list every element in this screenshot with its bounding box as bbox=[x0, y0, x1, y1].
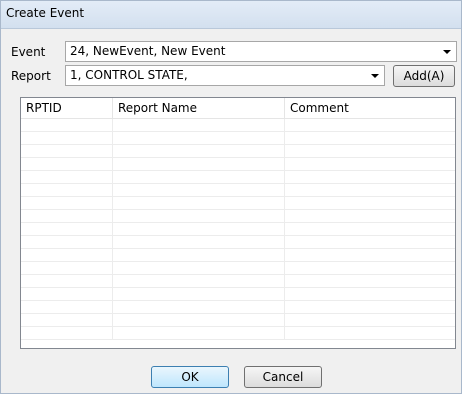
report-dropdown[interactable]: 1, CONTROL STATE, bbox=[65, 65, 385, 86]
table-cell bbox=[113, 249, 285, 261]
report-table[interactable]: RPTID Report Name Comment bbox=[20, 97, 456, 349]
table-cell bbox=[21, 236, 113, 248]
cancel-button[interactable]: Cancel bbox=[244, 366, 322, 388]
table-cell bbox=[21, 288, 113, 300]
table-row[interactable] bbox=[21, 158, 455, 171]
table-cell bbox=[21, 145, 113, 157]
table-cell bbox=[113, 288, 285, 300]
table-cell bbox=[113, 236, 285, 248]
table-cell bbox=[113, 197, 285, 209]
table-cell bbox=[113, 145, 285, 157]
table-cell bbox=[113, 171, 285, 183]
column-header-rptid[interactable]: RPTID bbox=[21, 98, 113, 118]
event-dropdown[interactable]: 24, NewEvent, New Event bbox=[65, 41, 457, 62]
table-body bbox=[21, 119, 455, 348]
table-cell bbox=[285, 119, 455, 131]
table-cell bbox=[113, 301, 285, 313]
table-cell bbox=[21, 262, 113, 274]
table-cell bbox=[285, 171, 455, 183]
table-cell bbox=[113, 275, 285, 287]
title-bar[interactable]: Create Event bbox=[1, 1, 461, 29]
table-cell bbox=[285, 327, 455, 339]
table-row[interactable] bbox=[21, 132, 455, 145]
report-dropdown-value: 1, CONTROL STATE, bbox=[70, 68, 188, 82]
table-cell bbox=[21, 327, 113, 339]
table-row[interactable] bbox=[21, 223, 455, 236]
table-row[interactable] bbox=[21, 288, 455, 301]
column-header-report-name[interactable]: Report Name bbox=[113, 98, 285, 118]
table-cell bbox=[113, 132, 285, 144]
table-cell bbox=[21, 223, 113, 235]
table-cell bbox=[285, 145, 455, 157]
table-row[interactable] bbox=[21, 119, 455, 132]
ok-button[interactable]: OK bbox=[151, 366, 229, 388]
table-cell bbox=[113, 158, 285, 170]
table-cell bbox=[285, 236, 455, 248]
event-dropdown-value: 24, NewEvent, New Event bbox=[70, 44, 226, 58]
table-row[interactable] bbox=[21, 210, 455, 223]
table-cell bbox=[21, 197, 113, 209]
table-row[interactable] bbox=[21, 197, 455, 210]
report-label: Report bbox=[11, 69, 51, 83]
table-row[interactable] bbox=[21, 236, 455, 249]
table-cell bbox=[285, 275, 455, 287]
table-cell bbox=[285, 314, 455, 326]
table-cell bbox=[113, 210, 285, 222]
table-cell bbox=[113, 327, 285, 339]
table-row[interactable] bbox=[21, 249, 455, 262]
add-button[interactable]: Add(A) bbox=[393, 65, 455, 87]
table-cell bbox=[113, 119, 285, 131]
table-row[interactable] bbox=[21, 145, 455, 158]
table-cell bbox=[285, 184, 455, 196]
table-row[interactable] bbox=[21, 327, 455, 340]
table-cell bbox=[21, 210, 113, 222]
create-event-dialog: Create Event Event 24, NewEvent, New Eve… bbox=[0, 0, 462, 394]
table-cell bbox=[285, 158, 455, 170]
table-row[interactable] bbox=[21, 262, 455, 275]
table-cell bbox=[21, 132, 113, 144]
table-cell bbox=[21, 119, 113, 131]
table-cell bbox=[285, 301, 455, 313]
table-row[interactable] bbox=[21, 301, 455, 314]
dropdown-arrow-icon bbox=[443, 50, 451, 54]
table-row[interactable] bbox=[21, 171, 455, 184]
table-cell bbox=[285, 223, 455, 235]
table-cell bbox=[21, 301, 113, 313]
column-header-comment[interactable]: Comment bbox=[285, 98, 455, 118]
table-row[interactable] bbox=[21, 314, 455, 327]
table-cell bbox=[285, 197, 455, 209]
table-cell bbox=[21, 184, 113, 196]
table-cell bbox=[113, 314, 285, 326]
table-cell bbox=[285, 288, 455, 300]
table-cell bbox=[113, 262, 285, 274]
dialog-title: Create Event bbox=[6, 6, 85, 20]
dropdown-arrow-icon bbox=[371, 74, 379, 78]
table-row[interactable] bbox=[21, 184, 455, 197]
table-header: RPTID Report Name Comment bbox=[21, 98, 455, 119]
table-cell bbox=[285, 249, 455, 261]
table-cell bbox=[113, 223, 285, 235]
table-cell bbox=[285, 262, 455, 274]
event-label: Event bbox=[11, 45, 46, 59]
table-cell bbox=[21, 314, 113, 326]
table-row[interactable] bbox=[21, 275, 455, 288]
table-cell bbox=[21, 158, 113, 170]
table-cell bbox=[113, 184, 285, 196]
table-cell bbox=[21, 171, 113, 183]
table-cell bbox=[285, 210, 455, 222]
table-cell bbox=[21, 249, 113, 261]
table-cell bbox=[21, 275, 113, 287]
table-cell bbox=[285, 132, 455, 144]
